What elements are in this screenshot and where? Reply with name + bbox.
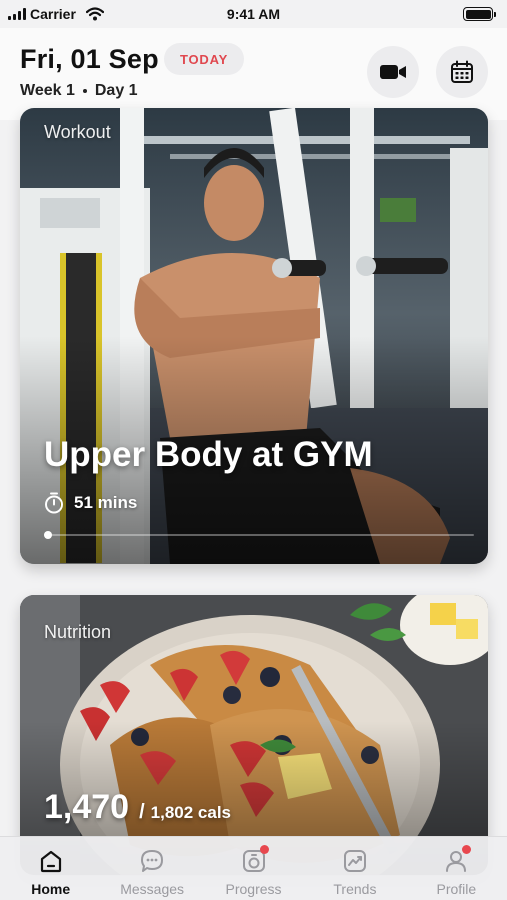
calories-target: 1,802 cals: [150, 803, 232, 822]
page-title-date: Fri, 01 Sep: [20, 44, 159, 74]
tab-trends[interactable]: Trends: [304, 837, 405, 900]
workout-progress-track: [44, 534, 474, 536]
status-left: Carrier: [8, 6, 104, 22]
workout-progress-dot: [44, 531, 52, 539]
video-camera-icon: [380, 65, 406, 79]
tab-profile[interactable]: Profile: [406, 837, 507, 900]
separator-dot: [82, 89, 87, 93]
status-bar: Carrier 9:41 AM: [0, 0, 507, 28]
header: Fri, 01 Sep TODAY Week 1 Day 1: [0, 28, 507, 120]
today-badge[interactable]: TODAY: [164, 43, 245, 75]
duration-label: 51 mins: [74, 493, 138, 512]
tab-progress-label: Progress: [225, 881, 282, 897]
calories-eaten: 1,470: [44, 788, 130, 826]
tab-home-label: Home: [31, 881, 71, 897]
carrier-label: Carrier: [30, 6, 76, 22]
profile-notification-dot: [462, 845, 472, 854]
week-day-line: Week 1 Day 1: [20, 82, 138, 100]
progress-notification-dot: [259, 845, 269, 854]
tab-messages[interactable]: Messages: [101, 837, 202, 900]
nutrition-card[interactable]: Nutrition 1,470 / 1,802 cals: [20, 595, 488, 875]
calories-summary: 1,470 / 1,802 cals: [44, 788, 231, 827]
tab-bar: Home Messages Progress Trends Profile: [0, 836, 507, 900]
stopwatch-icon: [45, 492, 63, 514]
day-label: Day 1: [94, 82, 138, 99]
tab-profile-label: Profile: [436, 881, 477, 897]
tab-messages-label: Messages: [120, 881, 185, 897]
battery-icon: [463, 7, 496, 21]
workout-tag: Workout: [44, 122, 111, 142]
trends-icon: [341, 847, 369, 875]
tab-trends-label: Trends: [333, 881, 377, 897]
calendar-button[interactable]: [436, 46, 488, 98]
calendar-icon: [451, 60, 473, 83]
profile-icon: [442, 845, 472, 875]
workout-card[interactable]: Workout Upper Body at GYM 51 mins: [20, 108, 488, 564]
cellular-signal-icon: [8, 8, 26, 20]
tab-progress[interactable]: Progress: [203, 837, 304, 900]
video-button[interactable]: [367, 46, 419, 98]
wifi-icon: [85, 7, 104, 21]
nutrition-tag: Nutrition: [44, 622, 112, 642]
calories-separator: /: [139, 801, 145, 823]
home-icon: [37, 847, 65, 875]
workout-duration: 51 mins: [44, 492, 137, 514]
workout-title: Upper Body at GYM: [44, 435, 373, 474]
week-label: Week 1: [20, 82, 75, 99]
tab-home[interactable]: Home: [0, 837, 101, 900]
progress-icon: [240, 845, 269, 875]
chat-bubble-icon: [138, 847, 166, 875]
